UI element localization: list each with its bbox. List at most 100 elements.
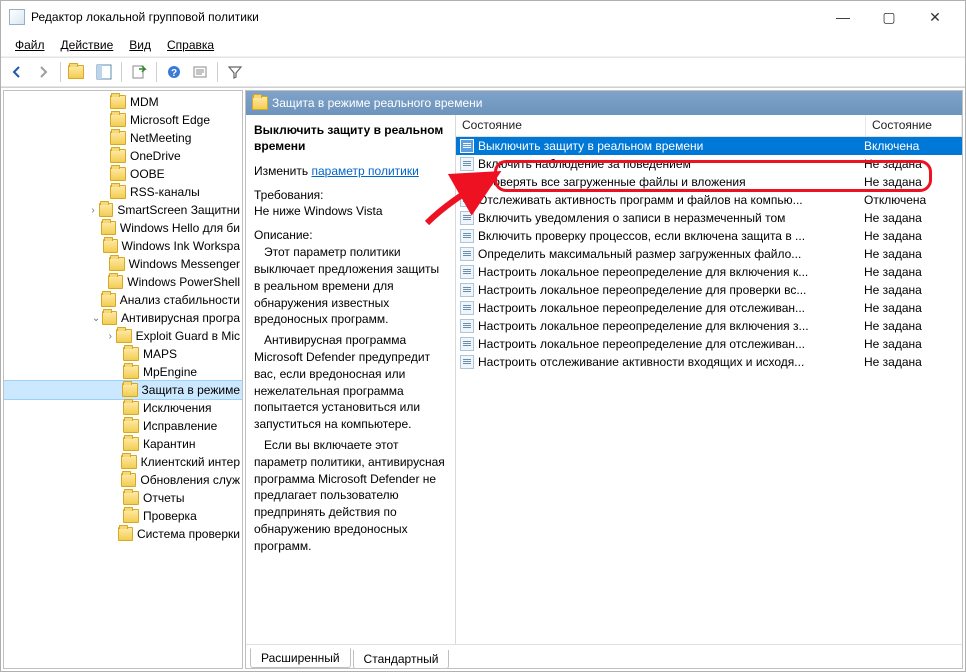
help-button[interactable]: ? [162, 60, 186, 84]
setting-row[interactable]: Настроить локальное переопределение для … [456, 281, 962, 299]
toolbar: ? [1, 57, 965, 87]
menu-help[interactable]: Справка [159, 36, 222, 54]
toolbar-separator [217, 62, 218, 82]
tree-item-label: Отчеты [143, 491, 184, 505]
tree-item[interactable]: OneDrive [4, 147, 242, 165]
svg-text:?: ? [171, 68, 177, 79]
tree-item[interactable]: Проверка [4, 507, 242, 525]
folder-icon [109, 257, 125, 271]
tree-item-label: Антивирусная програ [121, 311, 240, 325]
col-header-name[interactable]: Состояние [456, 115, 866, 136]
setting-row[interactable]: Настроить локальное переопределение для … [456, 263, 962, 281]
tree-item[interactable]: Исправление [4, 417, 242, 435]
setting-row[interactable]: Включить наблюдение за поведениемНе зада… [456, 155, 962, 173]
tree-item[interactable]: MpEngine [4, 363, 242, 381]
tree-item[interactable]: Система проверки [4, 525, 242, 543]
tree-expander-icon[interactable]: ⌄ [90, 313, 102, 324]
setting-state: Не задана [864, 229, 958, 243]
tree-item[interactable]: RSS-каналы [4, 183, 242, 201]
setting-state: Не задана [864, 247, 958, 261]
up-button[interactable] [66, 60, 90, 84]
tree-item-label: Windows Messenger [129, 257, 240, 271]
folder-icon [123, 347, 139, 361]
tree-item[interactable]: ⌄ Антивирусная програ [4, 309, 242, 327]
tab-standard[interactable]: Стандартный [353, 650, 450, 669]
menu-file[interactable]: Файл [7, 36, 53, 54]
tree-item[interactable]: Исключения [4, 399, 242, 417]
menu-view[interactable]: Вид [121, 36, 159, 54]
tree-item[interactable]: MDM [4, 93, 242, 111]
tree-item-label: OneDrive [130, 149, 181, 163]
tree-item-label: NetMeeting [130, 131, 191, 145]
toolbar-separator [60, 62, 61, 82]
setting-state: Не задана [864, 265, 958, 279]
tree-item[interactable]: NetMeeting [4, 129, 242, 147]
minimize-button[interactable]: — [821, 3, 865, 31]
policy-icon [460, 247, 474, 261]
tree-item-label: Исключения [143, 401, 212, 415]
edit-policy-link[interactable]: параметр политики [311, 164, 418, 178]
policy-icon [460, 229, 474, 243]
pane-header: Защита в режиме реального времени [246, 91, 962, 115]
setting-row[interactable]: Выключить защиту в реальном времениВключ… [456, 137, 962, 155]
tree-item[interactable]: Обновления служ [4, 471, 242, 489]
tab-strip: Расширенный Стандартный [246, 644, 962, 668]
folder-icon [123, 437, 139, 451]
tree-expander-icon[interactable]: › [104, 331, 116, 342]
setting-row[interactable]: Включить уведомления о записи в неразмеч… [456, 209, 962, 227]
setting-row[interactable]: Отслеживать активность программ и файлов… [456, 191, 962, 209]
tree-item[interactable]: Карантин [4, 435, 242, 453]
tree-item[interactable]: Защита в режиме [4, 381, 242, 399]
setting-name: Настроить локальное переопределение для … [478, 337, 864, 351]
setting-name: Включить наблюдение за поведением [478, 157, 864, 171]
tree-item-label: Microsoft Edge [130, 113, 210, 127]
detail-body: Выключить защиту в реальном времени Изме… [246, 115, 962, 644]
export-button[interactable] [127, 60, 151, 84]
tree-expander-icon[interactable]: › [87, 205, 99, 216]
show-tree-button[interactable] [92, 60, 116, 84]
tree-item[interactable]: Отчеты [4, 489, 242, 507]
tree-item[interactable]: Клиентский интер [4, 453, 242, 471]
folder-icon [121, 455, 137, 469]
tree-pane[interactable]: MDM Microsoft Edge NetMeeting OneDrive OOBE R… [3, 90, 243, 669]
tree-item[interactable]: Windows Messenger [4, 255, 242, 273]
tree-item[interactable]: ›Exploit Guard в Mic [4, 327, 242, 345]
policy-icon [460, 139, 474, 153]
tree-item[interactable]: Windows Ink Workspa [4, 237, 242, 255]
setting-row[interactable]: Включить проверку процессов, если включе… [456, 227, 962, 245]
tree-item[interactable]: Windows PowerShell [4, 273, 242, 291]
requirements-heading: Требования: [254, 188, 447, 202]
tree-item[interactable]: Microsoft Edge [4, 111, 242, 129]
tree-item-label: OOBE [130, 167, 165, 181]
setting-row[interactable]: Проверять все загруженные файлы и вложен… [456, 173, 962, 191]
setting-row[interactable]: Определить максимальный размер загруженн… [456, 245, 962, 263]
policy-icon [460, 211, 474, 225]
tree-item-label: MpEngine [143, 365, 197, 379]
setting-row[interactable]: Настроить локальное переопределение для … [456, 317, 962, 335]
tree-item[interactable]: OOBE [4, 165, 242, 183]
filter-button[interactable] [223, 60, 247, 84]
forward-button[interactable] [31, 60, 55, 84]
setting-row[interactable]: Настроить локальное переопределение для … [456, 299, 962, 317]
tree-item[interactable]: MAPS [4, 345, 242, 363]
properties-button[interactable] [188, 60, 212, 84]
setting-state: Не задана [864, 157, 958, 171]
col-header-state[interactable]: Состояние [866, 115, 962, 136]
setting-name: Настроить локальное переопределение для … [478, 301, 864, 315]
setting-name: Включить уведомления о записи в неразмеч… [478, 211, 864, 225]
maximize-button[interactable]: ▢ [867, 3, 911, 31]
close-button[interactable]: ✕ [913, 3, 957, 31]
tree-item[interactable]: Анализ стабильности [4, 291, 242, 309]
menu-action[interactable]: Действие [53, 36, 122, 54]
tree-item-label: Защита в режиме [142, 383, 240, 397]
setting-row[interactable]: Настроить локальное переопределение для … [456, 335, 962, 353]
tree-item[interactable]: Windows Hello для би [4, 219, 242, 237]
tree-item-label: RSS-каналы [130, 185, 200, 199]
tree: MDM Microsoft Edge NetMeeting OneDrive OOBE R… [4, 91, 242, 545]
back-button[interactable] [5, 60, 29, 84]
setting-row[interactable]: Настроить отслеживание активности входящ… [456, 353, 962, 371]
tree-item[interactable]: ›SmartScreen Защитни [4, 201, 242, 219]
setting-name: Настроить локальное переопределение для … [478, 319, 864, 333]
tab-extended[interactable]: Расширенный [250, 648, 351, 668]
policy-icon [460, 301, 474, 315]
